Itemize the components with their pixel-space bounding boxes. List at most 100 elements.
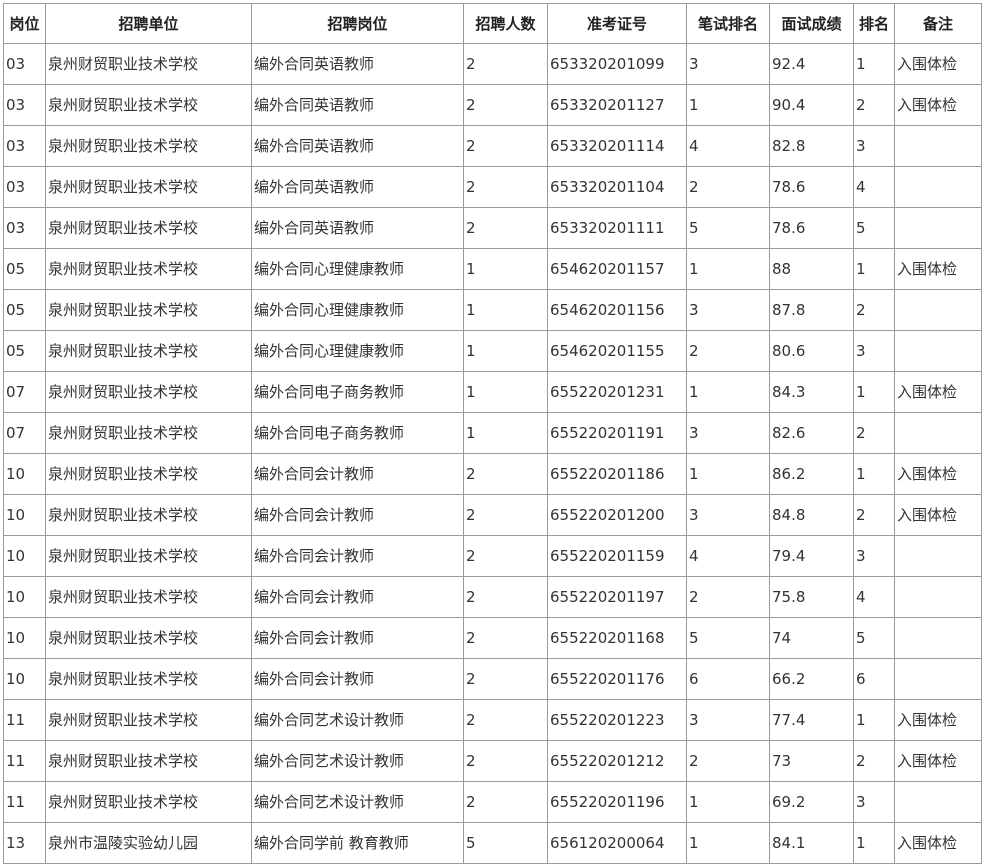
cell-post-code: 13 <box>3 822 46 864</box>
header-remarks: 备注 <box>894 3 982 44</box>
cell-remarks <box>894 125 982 167</box>
cell-written-rank: 3 <box>686 699 770 741</box>
cell-recruiting-unit: 泉州财贸职业技术学校 <box>45 576 252 618</box>
header-position: 招聘岗位 <box>251 3 464 44</box>
header-row: 岗位 招聘单位 招聘岗位 招聘人数 准考证号 笔试排名 面试成绩 排名 备注 <box>3 3 982 44</box>
cell-position: 编外合同心理健康教师 <box>251 289 464 331</box>
cell-interview-score: 92.4 <box>769 43 854 85</box>
cell-interview-score: 66.2 <box>769 658 854 700</box>
cell-position: 编外合同艺术设计教师 <box>251 699 464 741</box>
header-headcount: 招聘人数 <box>463 3 548 44</box>
cell-post-code: 07 <box>3 371 46 413</box>
cell-exam-id: 655220201223 <box>547 699 687 741</box>
table-row: 10 泉州财贸职业技术学校 编外合同会计教师 2 655220201200 3 84.8 2 入… <box>3 494 982 536</box>
cell-written-rank: 2 <box>686 576 770 618</box>
cell-headcount: 2 <box>463 617 548 659</box>
cell-remarks: 入围体检 <box>894 43 982 85</box>
cell-exam-id: 653320201111 <box>547 207 687 249</box>
table-row: 11 泉州财贸职业技术学校 编外合同艺术设计教师 2 655220201212 2 73 2 入… <box>3 740 982 782</box>
header-exam-id: 准考证号 <box>547 3 687 44</box>
table-row: 10 泉州财贸职业技术学校 编外合同会计教师 2 655220201159 4 79.4 3 <box>3 535 982 577</box>
table-row: 03 泉州财贸职业技术学校 编外合同英语教师 2 653320201104 2 78.6 4 <box>3 166 982 208</box>
cell-rank: 4 <box>853 576 895 618</box>
cell-exam-id: 654620201157 <box>547 248 687 290</box>
table-row: 10 泉州财贸职业技术学校 编外合同会计教师 2 655220201186 1 86.2 1 入… <box>3 453 982 495</box>
header-recruiting-unit: 招聘单位 <box>45 3 252 44</box>
cell-written-rank: 4 <box>686 535 770 577</box>
cell-remarks: 入围体检 <box>894 453 982 495</box>
cell-headcount: 2 <box>463 84 548 126</box>
cell-exam-id: 653320201104 <box>547 166 687 208</box>
cell-headcount: 2 <box>463 453 548 495</box>
cell-interview-score: 84.1 <box>769 822 854 864</box>
cell-recruiting-unit: 泉州财贸职业技术学校 <box>45 494 252 536</box>
cell-position: 编外合同心理健康教师 <box>251 248 464 290</box>
cell-exam-id: 656120200064 <box>547 822 687 864</box>
cell-headcount: 2 <box>463 576 548 618</box>
cell-exam-id: 655220201186 <box>547 453 687 495</box>
cell-recruiting-unit: 泉州财贸职业技术学校 <box>45 166 252 208</box>
cell-rank: 3 <box>853 781 895 823</box>
cell-recruiting-unit: 泉州财贸职业技术学校 <box>45 207 252 249</box>
cell-post-code: 11 <box>3 740 46 782</box>
cell-recruiting-unit: 泉州财贸职业技术学校 <box>45 371 252 413</box>
cell-rank: 2 <box>853 740 895 782</box>
header-rank: 排名 <box>853 3 895 44</box>
cell-position: 编外合同英语教师 <box>251 84 464 126</box>
cell-position: 编外合同艺术设计教师 <box>251 740 464 782</box>
cell-exam-id: 653320201099 <box>547 43 687 85</box>
table-row: 10 泉州财贸职业技术学校 编外合同会计教师 2 655220201176 6 66.2 6 <box>3 658 982 700</box>
cell-interview-score: 73 <box>769 740 854 782</box>
cell-interview-score: 82.8 <box>769 125 854 167</box>
cell-written-rank: 2 <box>686 740 770 782</box>
cell-exam-id: 655220201168 <box>547 617 687 659</box>
table-row: 07 泉州财贸职业技术学校 编外合同电子商务教师 1 655220201231 1 84.3… <box>3 371 982 413</box>
cell-remarks <box>894 617 982 659</box>
cell-position: 编外合同电子商务教师 <box>251 412 464 454</box>
cell-written-rank: 5 <box>686 617 770 659</box>
cell-interview-score: 78.6 <box>769 207 854 249</box>
cell-rank: 4 <box>853 166 895 208</box>
cell-rank: 6 <box>853 658 895 700</box>
cell-post-code: 03 <box>3 43 46 85</box>
cell-exam-id: 655220201196 <box>547 781 687 823</box>
cell-headcount: 1 <box>463 330 548 372</box>
cell-remarks <box>894 412 982 454</box>
cell-interview-score: 88 <box>769 248 854 290</box>
header-post-code: 岗位 <box>3 3 46 44</box>
cell-written-rank: 1 <box>686 84 770 126</box>
table-row: 11 泉州财贸职业技术学校 编外合同艺术设计教师 2 655220201196 1 69.2… <box>3 781 982 823</box>
cell-post-code: 03 <box>3 84 46 126</box>
cell-rank: 2 <box>853 289 895 331</box>
cell-post-code: 10 <box>3 535 46 577</box>
cell-headcount: 1 <box>463 371 548 413</box>
cell-exam-id: 655220201176 <box>547 658 687 700</box>
cell-interview-score: 79.4 <box>769 535 854 577</box>
cell-position: 编外合同电子商务教师 <box>251 371 464 413</box>
cell-interview-score: 80.6 <box>769 330 854 372</box>
cell-position: 编外合同心理健康教师 <box>251 330 464 372</box>
cell-written-rank: 2 <box>686 330 770 372</box>
cell-post-code: 10 <box>3 658 46 700</box>
cell-post-code: 05 <box>3 248 46 290</box>
cell-post-code: 10 <box>3 494 46 536</box>
cell-remarks <box>894 576 982 618</box>
cell-rank: 5 <box>853 617 895 659</box>
table-row: 03 泉州财贸职业技术学校 编外合同英语教师 2 653320201111 5 78.6 5 <box>3 207 982 249</box>
cell-recruiting-unit: 泉州财贸职业技术学校 <box>45 248 252 290</box>
cell-recruiting-unit: 泉州财贸职业技术学校 <box>45 125 252 167</box>
table-row: 10 泉州财贸职业技术学校 编外合同会计教师 2 655220201168 5 74 5 <box>3 617 982 659</box>
cell-post-code: 10 <box>3 576 46 618</box>
cell-recruiting-unit: 泉州财贸职业技术学校 <box>45 740 252 782</box>
cell-exam-id: 653320201127 <box>547 84 687 126</box>
cell-written-rank: 1 <box>686 453 770 495</box>
cell-remarks: 入围体检 <box>894 699 982 741</box>
cell-exam-id: 655220201197 <box>547 576 687 618</box>
cell-headcount: 2 <box>463 699 548 741</box>
cell-rank: 2 <box>853 84 895 126</box>
table-row: 05 泉州财贸职业技术学校 编外合同心理健康教师 1 654620201156 3 87.8… <box>3 289 982 331</box>
table-row: 03 泉州财贸职业技术学校 编外合同英语教师 2 653320201099 3 92.4 1 入… <box>3 43 982 85</box>
cell-remarks <box>894 658 982 700</box>
cell-recruiting-unit: 泉州财贸职业技术学校 <box>45 781 252 823</box>
cell-headcount: 5 <box>463 822 548 864</box>
